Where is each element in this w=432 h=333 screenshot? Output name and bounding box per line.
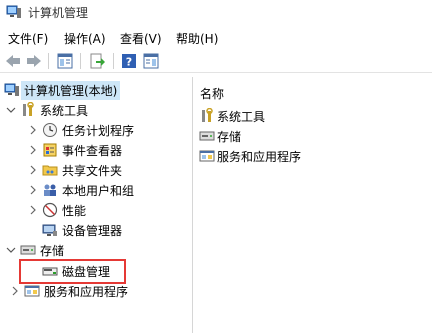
- tree-item-services-apps[interactable]: 服务和应用程序: [10, 281, 128, 301]
- tree-item-label: 任务计划程序: [62, 123, 135, 138]
- storage-icon: [20, 242, 36, 258]
- list-item-system-tools[interactable]: 系统工具: [199, 107, 265, 125]
- tools-icon: [20, 102, 36, 118]
- console-tree-icon[interactable]: [56, 52, 74, 70]
- event-viewer-icon: [42, 142, 58, 158]
- services-apps-icon: [199, 148, 215, 164]
- toolbar-divider: [48, 53, 49, 69]
- list-item-label: 服务和应用程序: [217, 149, 302, 164]
- tree-item-label: 服务和应用程序: [44, 284, 129, 299]
- list-item-services-apps[interactable]: 服务和应用程序: [199, 147, 301, 165]
- list-item-label: 系统工具: [217, 109, 266, 124]
- tree-item-storage[interactable]: 存储: [6, 240, 64, 260]
- chevron-right-icon[interactable]: [28, 185, 38, 195]
- tree-item-computer-management[interactable]: 计算机管理(本地): [4, 80, 121, 100]
- shared-folder-icon: [42, 162, 58, 178]
- clock-icon: [42, 122, 58, 138]
- menu-action[interactable]: 操作(A): [64, 30, 106, 47]
- tree-item-label: 本地用户和组: [62, 183, 135, 198]
- tree-item-event-viewer[interactable]: 事件查看器: [28, 140, 122, 160]
- chevron-right-icon[interactable]: [10, 286, 20, 296]
- menu-file[interactable]: 文件(F): [8, 30, 48, 47]
- chevron-down-icon[interactable]: [6, 245, 16, 255]
- chevron-right-icon[interactable]: [28, 165, 38, 175]
- tree-item-performance[interactable]: 性能: [28, 200, 86, 220]
- export-list-icon[interactable]: [88, 52, 106, 70]
- tree-item-label: 设备管理器: [62, 223, 123, 238]
- tree-item-system-tools[interactable]: 系统工具: [6, 100, 88, 120]
- chevron-down-icon[interactable]: [6, 105, 16, 115]
- tree-item-task-scheduler[interactable]: 任务计划程序: [28, 120, 134, 140]
- tree-item-label: 计算机管理(本地): [21, 80, 121, 100]
- back-icon[interactable]: [4, 52, 22, 70]
- tree-item-label: 存储: [40, 243, 65, 258]
- menu-view[interactable]: 查看(V): [120, 30, 162, 47]
- services-apps-icon: [24, 283, 40, 299]
- device-manager-icon: [42, 222, 58, 238]
- tree-item-label: 事件查看器: [62, 143, 123, 158]
- forward-icon[interactable]: [25, 52, 43, 70]
- tree-item-local-users-groups[interactable]: 本地用户和组: [28, 180, 134, 200]
- column-header-name[interactable]: 名称: [200, 85, 224, 102]
- computer-management-icon: [4, 82, 20, 98]
- chevron-right-icon[interactable]: [28, 145, 38, 155]
- toolbar: ?: [0, 50, 432, 73]
- help-icon[interactable]: ?: [120, 52, 138, 70]
- tree-item-shared-folders[interactable]: 共享文件夹: [28, 160, 122, 180]
- menu-bar: 文件(F) 操作(A) 查看(V) 帮助(H): [0, 28, 432, 48]
- tree-item-label: 系统工具: [40, 103, 89, 118]
- toolbar-divider: [113, 53, 114, 69]
- tree-item-device-manager[interactable]: 设备管理器: [42, 220, 122, 240]
- users-icon: [42, 182, 58, 198]
- no-entry-icon: [42, 202, 58, 218]
- list-item-storage[interactable]: 存储: [199, 127, 241, 145]
- menu-help[interactable]: 帮助(H): [176, 30, 218, 47]
- tools-icon: [199, 108, 215, 124]
- computer-management-icon: [6, 5, 22, 19]
- title-bar: 计算机管理: [0, 0, 432, 24]
- tree-item-label: 共享文件夹: [62, 163, 123, 178]
- window-title: 计算机管理: [28, 6, 89, 20]
- storage-icon: [199, 128, 215, 144]
- list-item-label: 存储: [217, 129, 242, 144]
- chevron-right-icon[interactable]: [28, 125, 38, 135]
- tree-item-label: 性能: [62, 203, 87, 218]
- chevron-right-icon[interactable]: [28, 205, 38, 215]
- svg-text:?: ?: [126, 56, 132, 69]
- show-hide-action-pane-icon[interactable]: [142, 52, 160, 70]
- toolbar-divider: [80, 53, 81, 69]
